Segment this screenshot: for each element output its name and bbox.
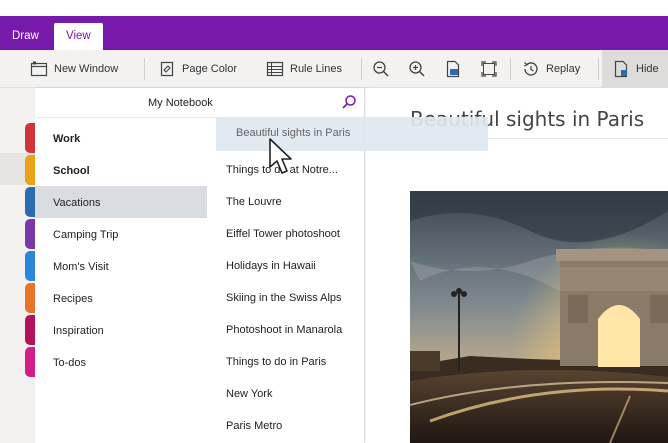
section-label: To-dos bbox=[53, 357, 87, 369]
toolbar-divider bbox=[510, 58, 511, 80]
page-color-label: Page Color bbox=[182, 63, 238, 75]
section-color-tab bbox=[25, 251, 35, 281]
page-label: Paris Metro bbox=[226, 420, 283, 432]
section-item-camping-trip[interactable]: Camping Trip bbox=[25, 218, 207, 250]
page-label: Eiffel Tower photoshoot bbox=[226, 228, 340, 240]
section-label: Inspiration bbox=[53, 325, 104, 337]
notebook-header[interactable]: My Notebook bbox=[35, 88, 365, 118]
page-item[interactable]: Things to do in Paris bbox=[216, 346, 365, 378]
section-color-tab bbox=[25, 219, 35, 249]
section-color-tab bbox=[25, 155, 35, 185]
hide-label: Hide bbox=[636, 63, 659, 75]
page-label: Photoshoot in Manarola bbox=[226, 324, 343, 336]
section-item-moms-visit[interactable]: Mom's Visit bbox=[25, 250, 207, 282]
replay-label: Replay bbox=[546, 63, 581, 75]
page-item[interactable]: Skiing in the Swiss Alps bbox=[216, 282, 365, 314]
zoom-out-button[interactable] bbox=[372, 50, 396, 88]
window-top bbox=[0, 0, 668, 16]
section-item-work[interactable]: Work bbox=[25, 122, 207, 154]
page-item[interactable]: Photoshoot in Manarola bbox=[216, 314, 365, 346]
section-label: Vacations bbox=[53, 197, 101, 209]
tab-draw[interactable]: Draw bbox=[0, 23, 51, 50]
toolbar-divider bbox=[598, 58, 599, 80]
tab-view[interactable]: View bbox=[54, 23, 103, 50]
section-item-recipes[interactable]: Recipes bbox=[25, 282, 207, 314]
page-label: Skiing in the Swiss Alps bbox=[226, 292, 342, 304]
section-label: Mom's Visit bbox=[53, 261, 109, 273]
rule-lines-label: Rule Lines bbox=[290, 63, 342, 75]
new-window-button[interactable]: New Window bbox=[30, 50, 118, 88]
zoom-in-icon bbox=[409, 61, 425, 77]
rule-lines-button[interactable]: Rule Lines bbox=[266, 50, 342, 88]
page-color-button[interactable]: Page Color bbox=[158, 50, 237, 88]
section-label: School bbox=[53, 165, 90, 177]
page-item[interactable]: Eiffel Tower photoshoot bbox=[216, 218, 365, 250]
section-color-tab bbox=[25, 347, 35, 377]
replay-icon bbox=[523, 62, 538, 76]
zoom-out-icon bbox=[373, 61, 389, 77]
hide-authors-icon bbox=[614, 60, 628, 78]
section-list: Work School Vacations Camping Trip Mom's… bbox=[25, 120, 207, 443]
page-label: Holidays in Hawaii bbox=[226, 260, 316, 272]
zoom-100-icon bbox=[446, 60, 460, 78]
toolbar-divider bbox=[361, 58, 362, 80]
replay-button[interactable]: Replay bbox=[522, 50, 580, 88]
toolbar-divider bbox=[144, 58, 145, 80]
page-item[interactable]: New York bbox=[216, 378, 365, 410]
view-toolbar: New Window Page Color Rule Lines Replay … bbox=[0, 50, 668, 88]
section-color-tab bbox=[25, 283, 35, 313]
section-label: Recipes bbox=[53, 293, 93, 305]
arc-de-triomphe-photo[interactable] bbox=[410, 191, 668, 443]
section-label: Work bbox=[53, 133, 81, 145]
section-item-to-dos[interactable]: To-dos bbox=[25, 346, 207, 378]
rule-lines-icon bbox=[266, 61, 284, 77]
section-label: Camping Trip bbox=[53, 229, 119, 241]
hide-authors-button[interactable]: Hide bbox=[602, 50, 668, 88]
new-window-icon bbox=[30, 61, 48, 77]
section-color-tab bbox=[25, 187, 35, 217]
page-color-icon bbox=[160, 61, 174, 77]
page-label: Things to do in Paris bbox=[226, 356, 327, 368]
zoom-in-button[interactable] bbox=[408, 50, 432, 88]
new-window-label: New Window bbox=[54, 63, 119, 75]
section-color-tab bbox=[25, 315, 35, 345]
page-item[interactable]: Holidays in Hawaii bbox=[216, 250, 365, 282]
page-width-icon bbox=[481, 61, 497, 77]
section-item-school[interactable]: School bbox=[25, 154, 207, 186]
page-label: The Louvre bbox=[226, 196, 282, 208]
zoom-100-button[interactable] bbox=[444, 50, 468, 88]
dragged-page-ghost[interactable]: Beautiful sights in Paris bbox=[216, 117, 488, 151]
search-icon[interactable] bbox=[341, 94, 357, 115]
ribbon-tab-bar: Draw View bbox=[0, 16, 668, 50]
page-item[interactable]: The Louvre bbox=[216, 186, 365, 218]
section-item-inspiration[interactable]: Inspiration bbox=[25, 314, 207, 346]
page-item[interactable]: Paris Metro bbox=[216, 410, 365, 442]
pointer-cursor-icon bbox=[268, 137, 294, 182]
notebook-title[interactable]: My Notebook bbox=[148, 97, 213, 109]
page-width-button[interactable] bbox=[480, 50, 504, 88]
page-label: New York bbox=[226, 388, 273, 400]
section-color-tab bbox=[25, 123, 35, 153]
section-item-vacations[interactable]: Vacations bbox=[25, 186, 207, 218]
